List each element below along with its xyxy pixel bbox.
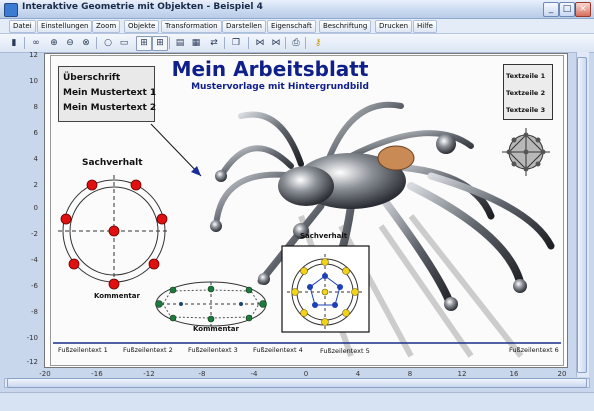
x-tick: 20 [557,370,567,378]
kommentar-figure [155,281,267,327]
minimize-button[interactable]: _ [543,2,559,17]
binoculars-icon[interactable]: ∞ [28,36,44,51]
menu-drucken[interactable]: Drucken [375,20,413,33]
label-kommentar-1: Kommentar [94,292,140,300]
menu-hilfe[interactable]: Hilfe [413,20,437,33]
y-tick: -4 [31,256,38,264]
zoom-fit-icon[interactable]: ⊗ [78,36,94,51]
y-tick: 4 [33,155,38,163]
toolbar: ▮ ∞ ⊕ ⊖ ⊗ ○ ▭ ⊞ ⊞ ▤ ▦ ⇄ ❐ ⋈ ⋈ ⎙ ⚷ [0,34,594,53]
maximize-button[interactable]: □ [559,2,575,17]
menu-datei[interactable]: Datei [9,20,36,33]
window-title: Interaktive Geometrie mit Objekten - Bei… [22,2,263,12]
spider-image [213,101,555,325]
menu-eigenschaft[interactable]: Eigenschaft [267,20,316,33]
menu-einstellungen[interactable]: Einstellungen [37,20,93,33]
gray-figure [502,128,550,176]
printer-icon[interactable]: ▮ [6,36,22,51]
page-icon[interactable]: ❐ [228,36,244,51]
y-tick: 10 [29,77,38,85]
frame-tool-icon[interactable]: ▭ [116,36,132,51]
label-kommentar-2: Kommentar [193,325,239,333]
menu-transformation[interactable]: Transformation [161,20,222,33]
help-key-icon[interactable]: ⚷ [310,36,326,51]
toolbar-separator [248,37,249,49]
footer-text-3: Fußzeilentext 3 [188,346,238,354]
table-icon[interactable]: ▤ [172,36,188,51]
footer-text-6: Fußzeilentext 6 [509,346,559,354]
menu-zoom[interactable]: Zoom [92,20,121,33]
calculator-icon[interactable]: ▦ [188,36,204,51]
textbox-line-3: Mein Mustertext 2 [63,103,157,113]
menu-bar: Datei Einstellungen Zoom Objekte Transfo… [0,19,594,34]
footer-text-4: Fußzeilentext 4 [253,346,303,354]
circle-tool-icon[interactable]: ○ [100,36,116,51]
title-bar: Interaktive Geometrie mit Objekten - Bei… [0,0,594,19]
toolbar-separator [224,37,225,49]
y-tick: 2 [33,181,38,189]
print-icon[interactable]: ⎙ [288,36,304,51]
page-subtitle: Mustervorlage mit Hintergrundbild [191,82,369,92]
x-tick: -16 [91,370,103,378]
sachverhalt-figure-right [281,245,370,333]
zoom-in-icon[interactable]: ⊕ [46,36,62,51]
toolbar-separator [96,37,97,49]
x-tick: 0 [303,370,309,378]
menu-darstellen[interactable]: Darstellen [222,20,266,33]
vertical-scroll-thumb[interactable] [577,57,587,373]
app-icon [4,3,18,17]
node-b-icon[interactable]: ⋈ [268,36,284,51]
x-tick: 12 [457,370,467,378]
toolbar-separator [169,37,170,49]
grid-b-icon[interactable]: ⊞ [152,36,168,51]
linesbox-line-3: Textzeile 3 [506,106,546,114]
transfer-icon[interactable]: ⇄ [206,36,222,51]
menu-beschriftung[interactable]: Beschriftung [319,20,372,33]
y-tick: 0 [33,204,38,212]
horizontal-scroll-thumb[interactable] [7,378,587,388]
page-title: Mein Arbeitsblatt [171,57,369,81]
y-tick: -2 [31,230,38,238]
y-tick: 6 [33,129,38,137]
sachverhalt-figure-left [58,175,170,290]
x-tick: -8 [198,370,206,378]
text-box[interactable]: Überschrift Mein Mustertext 1 Mein Muste… [58,66,157,122]
footer-text-5: Fußzeilentext 5 [320,347,370,355]
y-tick: 12 [29,51,38,59]
textbox-line-1: Überschrift [63,73,121,83]
close-button[interactable]: × [575,2,591,17]
x-tick: 16 [509,370,519,378]
linesbox-line-2: Textzeile 2 [506,89,546,97]
toolbar-separator [285,37,286,49]
footer-text-1: Fußzeilentext 1 [58,346,108,354]
lines-box[interactable]: Textzeile 1 Textzeile 2 Textzeile 3 [503,64,553,120]
label-sachverhalt-right: Sachverhalt [300,232,348,240]
x-tick: 4 [355,370,361,378]
menu-objekte[interactable]: Objekte [124,20,160,33]
label-sachverhalt-left: Sachverhalt [82,158,143,168]
x-tick: 8 [407,370,413,378]
zoom-out-icon[interactable]: ⊖ [62,36,78,51]
status-bar [0,392,594,411]
node-a-icon[interactable]: ⋈ [252,36,268,51]
arrow [150,123,202,177]
y-tick: 8 [33,103,38,111]
x-tick: -20 [39,370,51,378]
toolbar-separator [24,37,25,49]
y-tick: -8 [31,308,38,316]
linesbox-line-1: Textzeile 1 [506,72,546,80]
x-tick: -12 [143,370,155,378]
toolbar-separator [305,37,306,49]
y-tick: -10 [26,334,38,342]
textbox-line-2: Mein Mustertext 1 [63,88,157,98]
y-tick: -12 [26,358,38,366]
footer-text-2: Fußzeilentext 2 [123,346,173,354]
y-tick: -6 [31,282,38,290]
x-tick: -4 [250,370,258,378]
grid-a-icon[interactable]: ⊞ [136,36,152,51]
